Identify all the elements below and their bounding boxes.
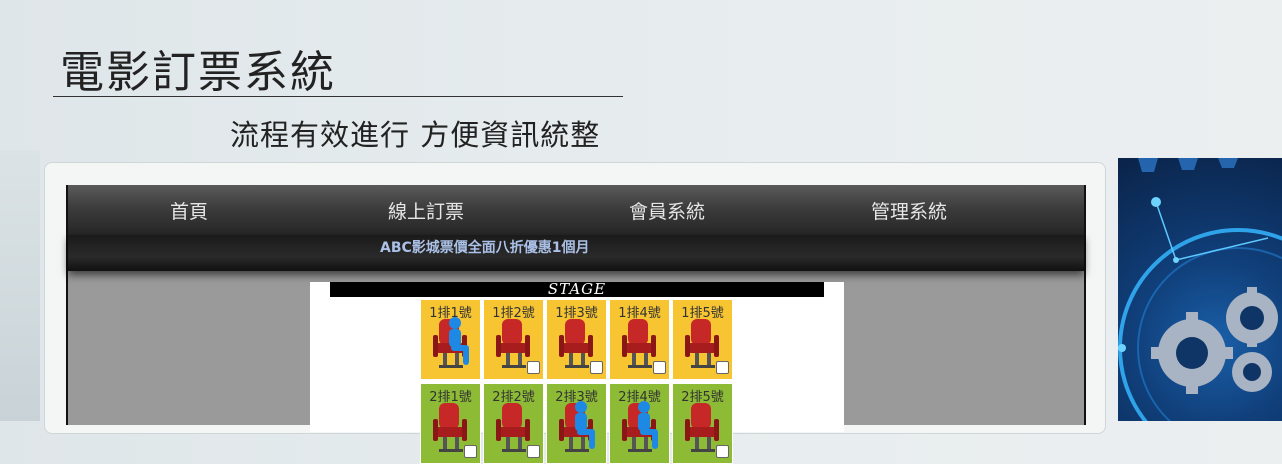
seat-2-2[interactable]: 2排2號 xyxy=(483,383,544,464)
gears-graphic xyxy=(1118,158,1282,421)
nav-item-home[interactable]: 首頁 xyxy=(170,197,208,224)
seat-checkbox[interactable] xyxy=(527,445,540,458)
theater-seat-icon xyxy=(559,401,595,452)
seat-checkbox[interactable] xyxy=(590,361,603,374)
seat-checkbox[interactable] xyxy=(653,361,666,374)
seat-2-3: 2排3號 xyxy=(546,383,607,464)
seat-1-3[interactable]: 1排3號 xyxy=(546,299,607,380)
seat-1-2[interactable]: 1排2號 xyxy=(483,299,544,380)
site-title: 電影訂票系統 xyxy=(60,47,336,98)
seat-checkbox[interactable] xyxy=(464,445,477,458)
seat-checkbox[interactable] xyxy=(716,445,729,458)
nav-item-member-system[interactable]: 會員系統 xyxy=(629,197,705,224)
announcement-bar: ABC影城票價全面八折優惠1個月 xyxy=(68,235,1084,271)
seat-checkbox[interactable] xyxy=(716,361,729,374)
site-subtitle: 流程有效進行 方便資訊統整 xyxy=(230,118,601,152)
app-frame: 首頁 線上訂票 會員系統 管理系統 ABC影城票價全面八折優惠1個月 STAGE… xyxy=(66,185,1086,464)
gears-illustration xyxy=(1118,158,1282,421)
announcement-text: ABC影城票價全面八折優惠1個月 xyxy=(380,240,590,256)
nav-item-online-booking[interactable]: 線上訂票 xyxy=(388,197,464,224)
seat-2-4: 2排4號 xyxy=(609,383,670,464)
seat-2-5[interactable]: 2排5號 xyxy=(672,383,733,464)
seat-1-1: 1排1號 xyxy=(420,299,481,380)
title-divider xyxy=(53,96,623,97)
theater-seat-icon xyxy=(433,317,469,368)
theater-seat-icon xyxy=(622,401,658,452)
stage-label: STAGE xyxy=(330,282,824,297)
background-panel xyxy=(0,150,40,421)
main-nav: 首頁 線上訂票 會員系統 管理系統 xyxy=(68,185,1084,235)
seat-2-1[interactable]: 2排1號 xyxy=(420,383,481,464)
seat-1-4[interactable]: 1排4號 xyxy=(609,299,670,380)
seat-1-5[interactable]: 1排5號 xyxy=(672,299,733,380)
nav-item-admin-system[interactable]: 管理系統 xyxy=(871,197,947,224)
seat-checkbox[interactable] xyxy=(527,361,540,374)
seat-map: STAGE 1排1號 1排2號 1排3號 1排4號 1排5號 2排1號 2排2號 2排3號 2排… xyxy=(310,282,844,464)
